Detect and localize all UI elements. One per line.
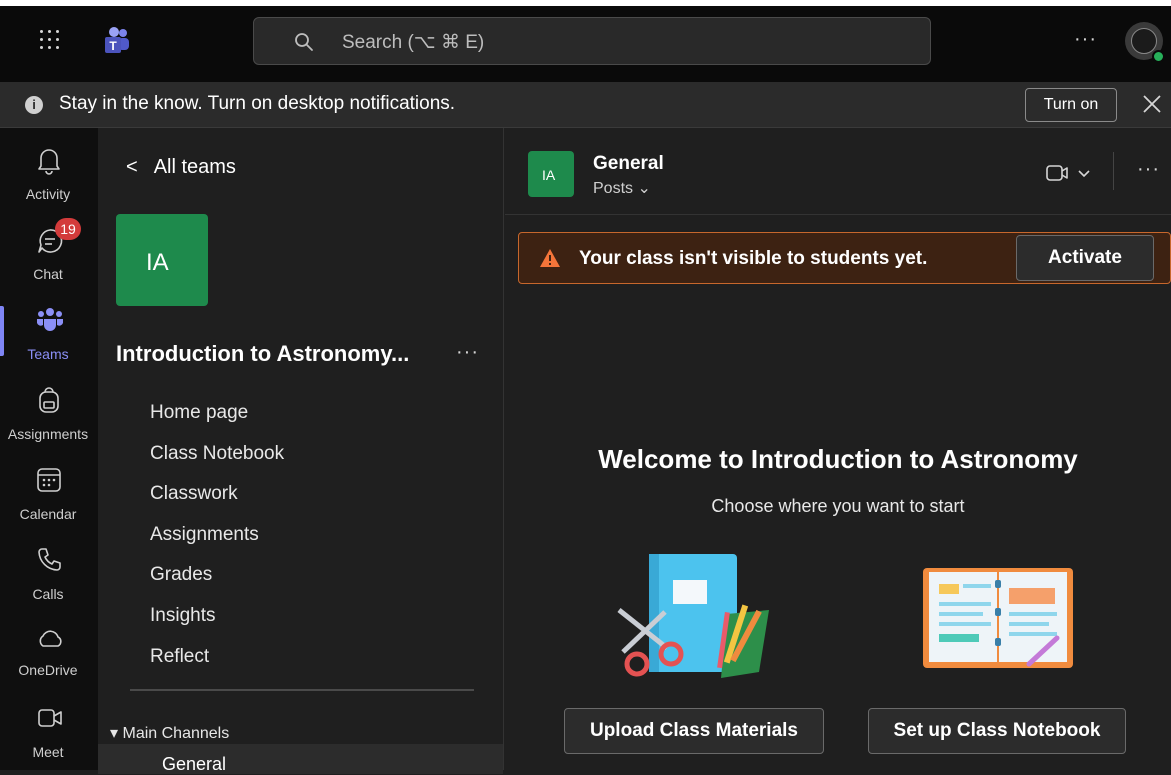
search-icon <box>295 33 313 51</box>
svg-text:T: T <box>109 39 117 53</box>
meet-now-button[interactable] <box>1045 162 1099 184</box>
app-launcher-icon[interactable] <box>38 28 62 52</box>
back-to-all-teams[interactable]: < All teams <box>126 156 236 179</box>
backpack-icon <box>39 387 59 413</box>
rail-item-calls[interactable]: Calls <box>0 536 98 616</box>
upload-class-materials-button[interactable]: Upload Class Materials <box>564 708 824 754</box>
channel-initials: IA <box>542 167 556 183</box>
close-icon[interactable] <box>1140 92 1164 116</box>
unread-badge: 19 <box>55 218 81 240</box>
nav-classwork[interactable]: Classwork <box>150 483 238 505</box>
nav-class-notebook[interactable]: Class Notebook <box>150 443 284 465</box>
more-options-icon[interactable]: ··· <box>1074 28 1097 51</box>
welcome-subtitle: Choose where you want to start <box>711 496 965 516</box>
channel-main: IA General Posts ⌄ ··· Your class isn't … <box>505 128 1171 770</box>
rail-label: OneDrive <box>18 662 78 678</box>
rail-item-teams[interactable]: Teams <box>0 296 98 376</box>
calendar-icon <box>37 468 61 492</box>
caret-down-icon: ▾ <box>110 725 119 742</box>
channel-title: General <box>593 153 664 174</box>
team-name: Introduction to Astronomy... <box>116 341 410 366</box>
rail-item-chat[interactable]: 19 Chat <box>0 216 98 296</box>
warning-icon <box>540 249 560 267</box>
nav-assignments[interactable]: Assignments <box>150 524 259 546</box>
rail-label: Meet <box>32 744 64 760</box>
notification-message: Stay in the know. Turn on desktop notifi… <box>59 93 456 114</box>
chevron-down-icon: ⌄ <box>637 180 651 197</box>
rail-label: Chat <box>33 266 63 282</box>
back-label: All teams <box>153 156 236 178</box>
notification-banner: i Stay in the know. Turn on desktop noti… <box>0 82 1171 128</box>
rail-label: Activity <box>25 186 71 202</box>
turn-on-button[interactable]: Turn on <box>1025 88 1117 122</box>
search-placeholder: Search (⌥ ⌘ E) <box>342 32 485 53</box>
team-more-icon[interactable]: ··· <box>456 341 479 364</box>
nav-grades[interactable]: Grades <box>150 564 212 586</box>
team-avatar: IA <box>116 214 208 306</box>
rail-label: Calls <box>32 586 64 602</box>
rail-label: Assignments <box>7 426 89 442</box>
posts-tab-label: Posts <box>593 180 634 197</box>
posts-tab[interactable]: Posts ⌄ <box>593 178 651 198</box>
channels-header-label: Main Channels <box>122 725 230 742</box>
class-materials-illustration <box>617 554 769 678</box>
channel-avatar: IA <box>528 151 574 197</box>
channel-more-icon[interactable]: ··· <box>1137 158 1160 181</box>
rail-item-onedrive[interactable]: OneDrive <box>0 616 98 696</box>
welcome-title: Welcome to Introduction to Astronomy <box>598 444 1078 474</box>
title-bar: T Search (⌥ ⌘ E) ··· <box>0 0 1171 82</box>
nav-home-page[interactable]: Home page <box>150 402 248 424</box>
activate-button[interactable]: Activate <box>1016 235 1154 281</box>
rail-item-calendar[interactable]: Calendar <box>0 456 98 536</box>
rail-item-meet[interactable]: Meet <box>0 694 98 774</box>
teams-logo-icon: T <box>105 27 129 53</box>
rail-label: Teams <box>27 346 69 362</box>
presence-available-icon <box>1152 50 1165 63</box>
rail-item-assignments[interactable]: Assignments <box>0 376 98 456</box>
window-edge <box>0 0 1171 6</box>
set-up-class-notebook-button[interactable]: Set up Class Notebook <box>868 708 1126 754</box>
chevron-left-icon: < <box>126 156 138 178</box>
class-visibility-alert: Your class isn't visible to students yet… <box>518 232 1171 284</box>
class-notebook-illustration <box>923 568 1073 668</box>
rail-item-activity[interactable]: Activity <box>0 136 98 216</box>
phone-icon <box>38 548 61 571</box>
header-divider <box>505 214 1171 215</box>
info-icon: i <box>25 96 43 114</box>
app-rail: Activity 19 Chat Teams Assignments Calen… <box>0 128 98 770</box>
rail-label: Calendar <box>19 506 77 522</box>
teams-icon <box>37 308 63 331</box>
alert-text: Your class isn't visible to students yet… <box>579 248 928 269</box>
team-initials: IA <box>146 249 169 276</box>
cloud-icon <box>39 630 62 647</box>
bell-icon <box>38 149 60 175</box>
channel-label: General <box>162 754 227 774</box>
profile-seal-icon <box>1131 28 1157 54</box>
video-icon <box>38 709 62 727</box>
channels-header[interactable]: ▾ Main Channels <box>110 723 229 743</box>
search-input[interactable]: Search (⌥ ⌘ E) <box>253 17 931 65</box>
header-separator <box>1113 152 1114 190</box>
nav-insights[interactable]: Insights <box>150 605 215 627</box>
nav-reflect[interactable]: Reflect <box>150 646 209 668</box>
divider <box>130 689 474 691</box>
team-pane: < All teams IA Introduction to Astronomy.… <box>98 128 504 774</box>
